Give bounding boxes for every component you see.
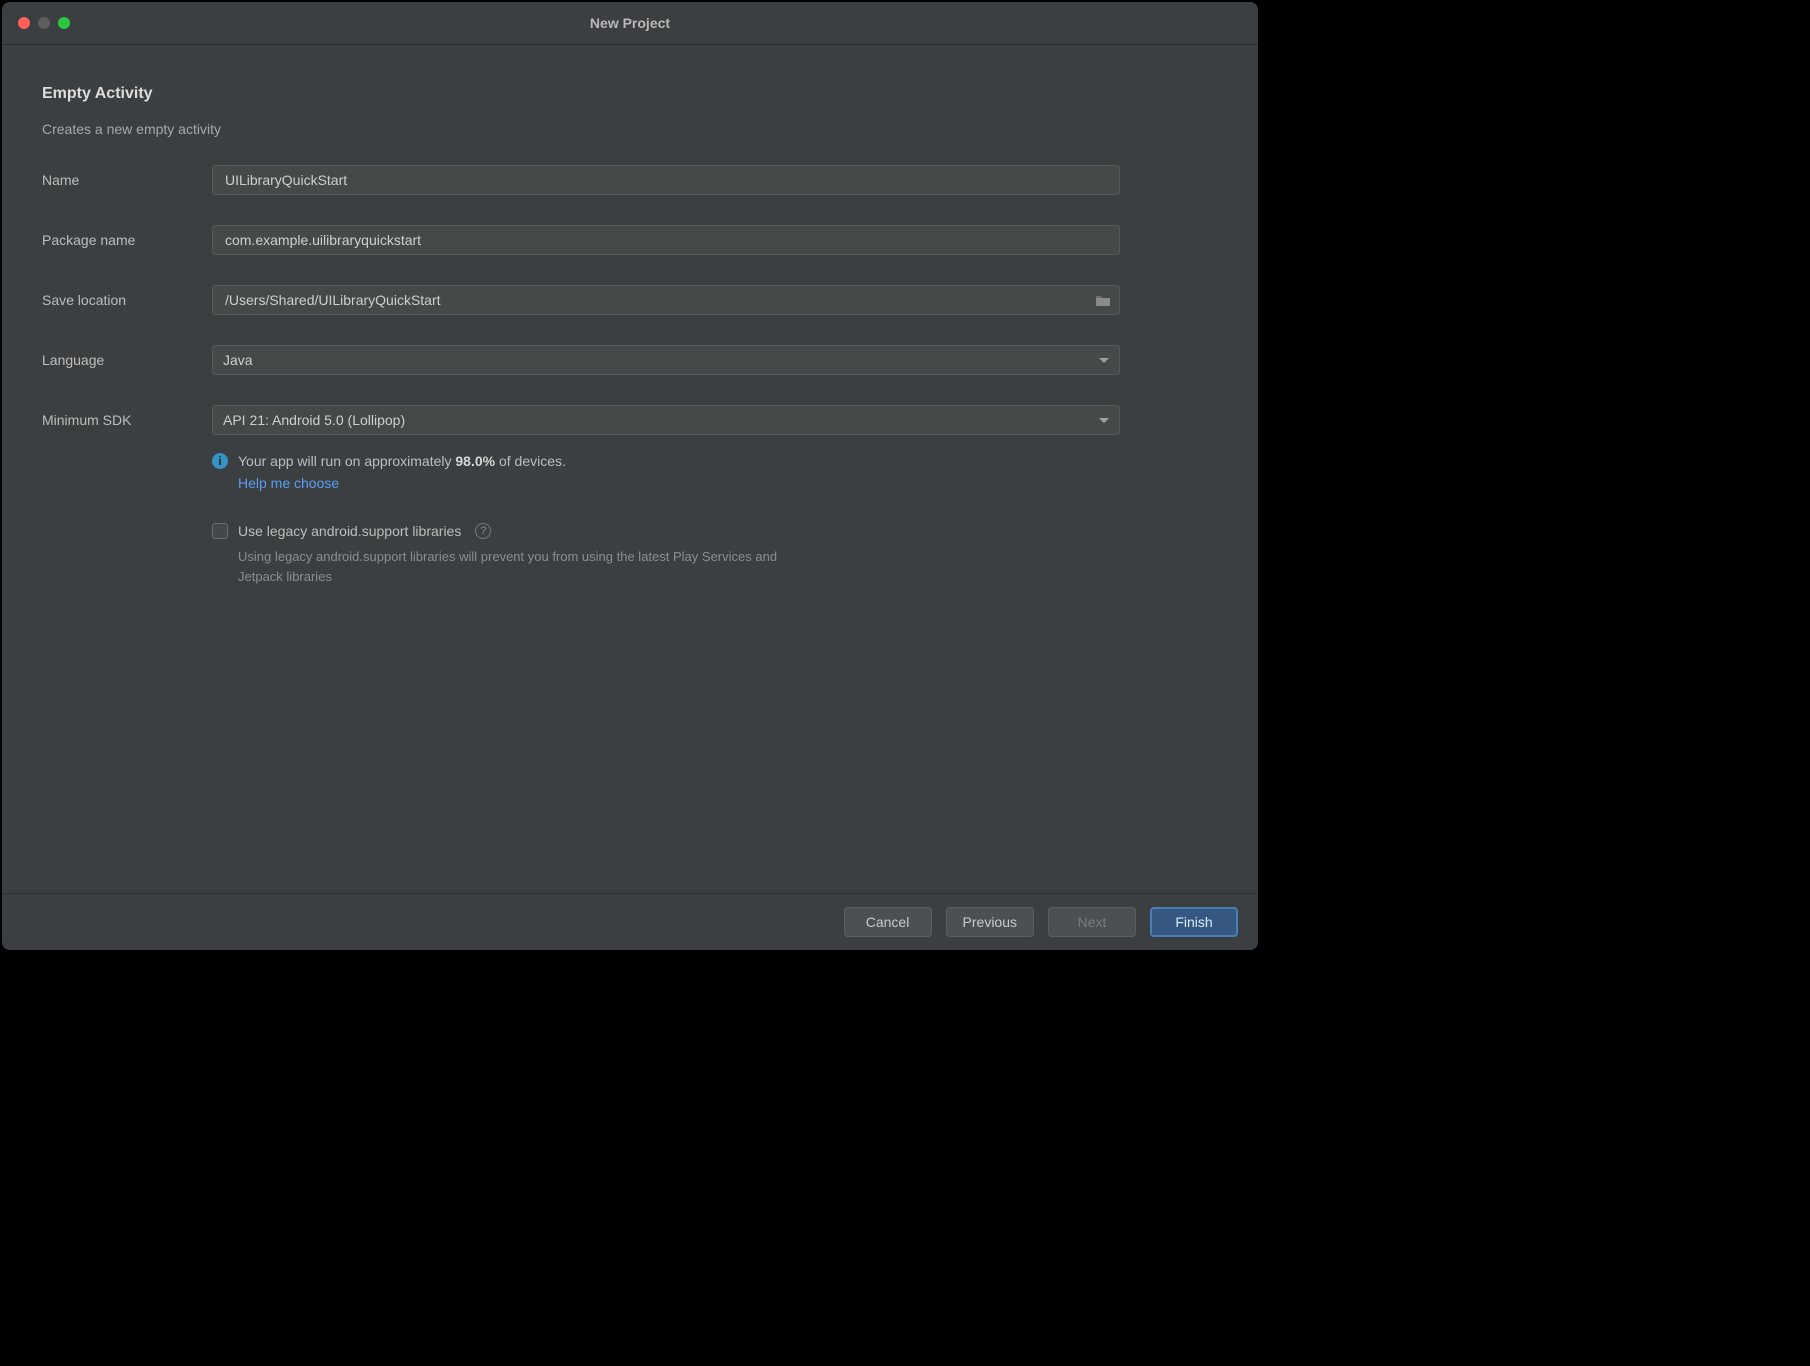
device-coverage-text: i Your app will run on approximately 98.… bbox=[212, 453, 1120, 469]
cancel-button[interactable]: Cancel bbox=[844, 907, 932, 937]
window-controls bbox=[2, 17, 70, 29]
zoom-window-button[interactable] bbox=[58, 17, 70, 29]
save-location-input[interactable] bbox=[223, 291, 1089, 309]
label-package: Package name bbox=[42, 232, 212, 248]
finish-button[interactable]: Finish bbox=[1150, 907, 1238, 937]
min-sdk-select[interactable]: API 21: Android 5.0 (Lollipop) bbox=[212, 405, 1120, 435]
row-legacy-libs: Use legacy android.support libraries ? U… bbox=[42, 523, 1218, 586]
page-title: Empty Activity bbox=[42, 85, 1218, 103]
row-min-sdk: Minimum SDK API 21: Android 5.0 (Lollipo… bbox=[42, 405, 1218, 435]
coverage-suffix: of devices. bbox=[495, 453, 566, 469]
save-location-field-container bbox=[212, 285, 1120, 315]
label-min-sdk: Minimum SDK bbox=[42, 412, 212, 428]
page-subtitle: Creates a new empty activity bbox=[42, 121, 1218, 137]
window-title: New Project bbox=[2, 15, 1258, 31]
next-button: Next bbox=[1048, 907, 1136, 937]
help-icon[interactable]: ? bbox=[475, 523, 491, 539]
close-window-button[interactable] bbox=[18, 17, 30, 29]
chevron-down-icon bbox=[1099, 358, 1109, 363]
label-name: Name bbox=[42, 172, 212, 188]
label-save-location: Save location bbox=[42, 292, 212, 308]
row-package: Package name bbox=[42, 225, 1218, 255]
row-language: Language Java bbox=[42, 345, 1218, 375]
coverage-prefix: Your app will run on approximately bbox=[238, 453, 455, 469]
chevron-down-icon bbox=[1099, 418, 1109, 423]
language-selected-value: Java bbox=[223, 352, 253, 368]
row-save-location: Save location bbox=[42, 285, 1218, 315]
browse-folder-icon[interactable] bbox=[1095, 294, 1111, 306]
min-sdk-selected-value: API 21: Android 5.0 (Lollipop) bbox=[223, 412, 405, 428]
package-input[interactable] bbox=[223, 231, 1109, 249]
row-name: Name bbox=[42, 165, 1218, 195]
dialog-content: Empty Activity Creates a new empty activ… bbox=[2, 45, 1258, 893]
label-language: Language bbox=[42, 352, 212, 368]
legacy-checkbox[interactable] bbox=[212, 523, 228, 539]
titlebar: New Project bbox=[2, 2, 1258, 45]
dialog-footer: Cancel Previous Next Finish bbox=[2, 893, 1258, 950]
minimize-window-button[interactable] bbox=[38, 17, 50, 29]
new-project-dialog: New Project Empty Activity Creates a new… bbox=[2, 2, 1258, 950]
row-device-coverage: i Your app will run on approximately 98.… bbox=[42, 453, 1218, 493]
legacy-checkbox-label: Use legacy android.support libraries bbox=[238, 523, 461, 539]
name-field-container bbox=[212, 165, 1120, 195]
help-me-choose-link[interactable]: Help me choose bbox=[238, 475, 339, 491]
package-field-container bbox=[212, 225, 1120, 255]
info-icon: i bbox=[212, 453, 228, 469]
name-input[interactable] bbox=[223, 171, 1109, 189]
coverage-percent: 98.0% bbox=[455, 453, 495, 469]
previous-button[interactable]: Previous bbox=[946, 907, 1034, 937]
language-select[interactable]: Java bbox=[212, 345, 1120, 375]
legacy-desc: Using legacy android.support libraries w… bbox=[238, 547, 798, 586]
